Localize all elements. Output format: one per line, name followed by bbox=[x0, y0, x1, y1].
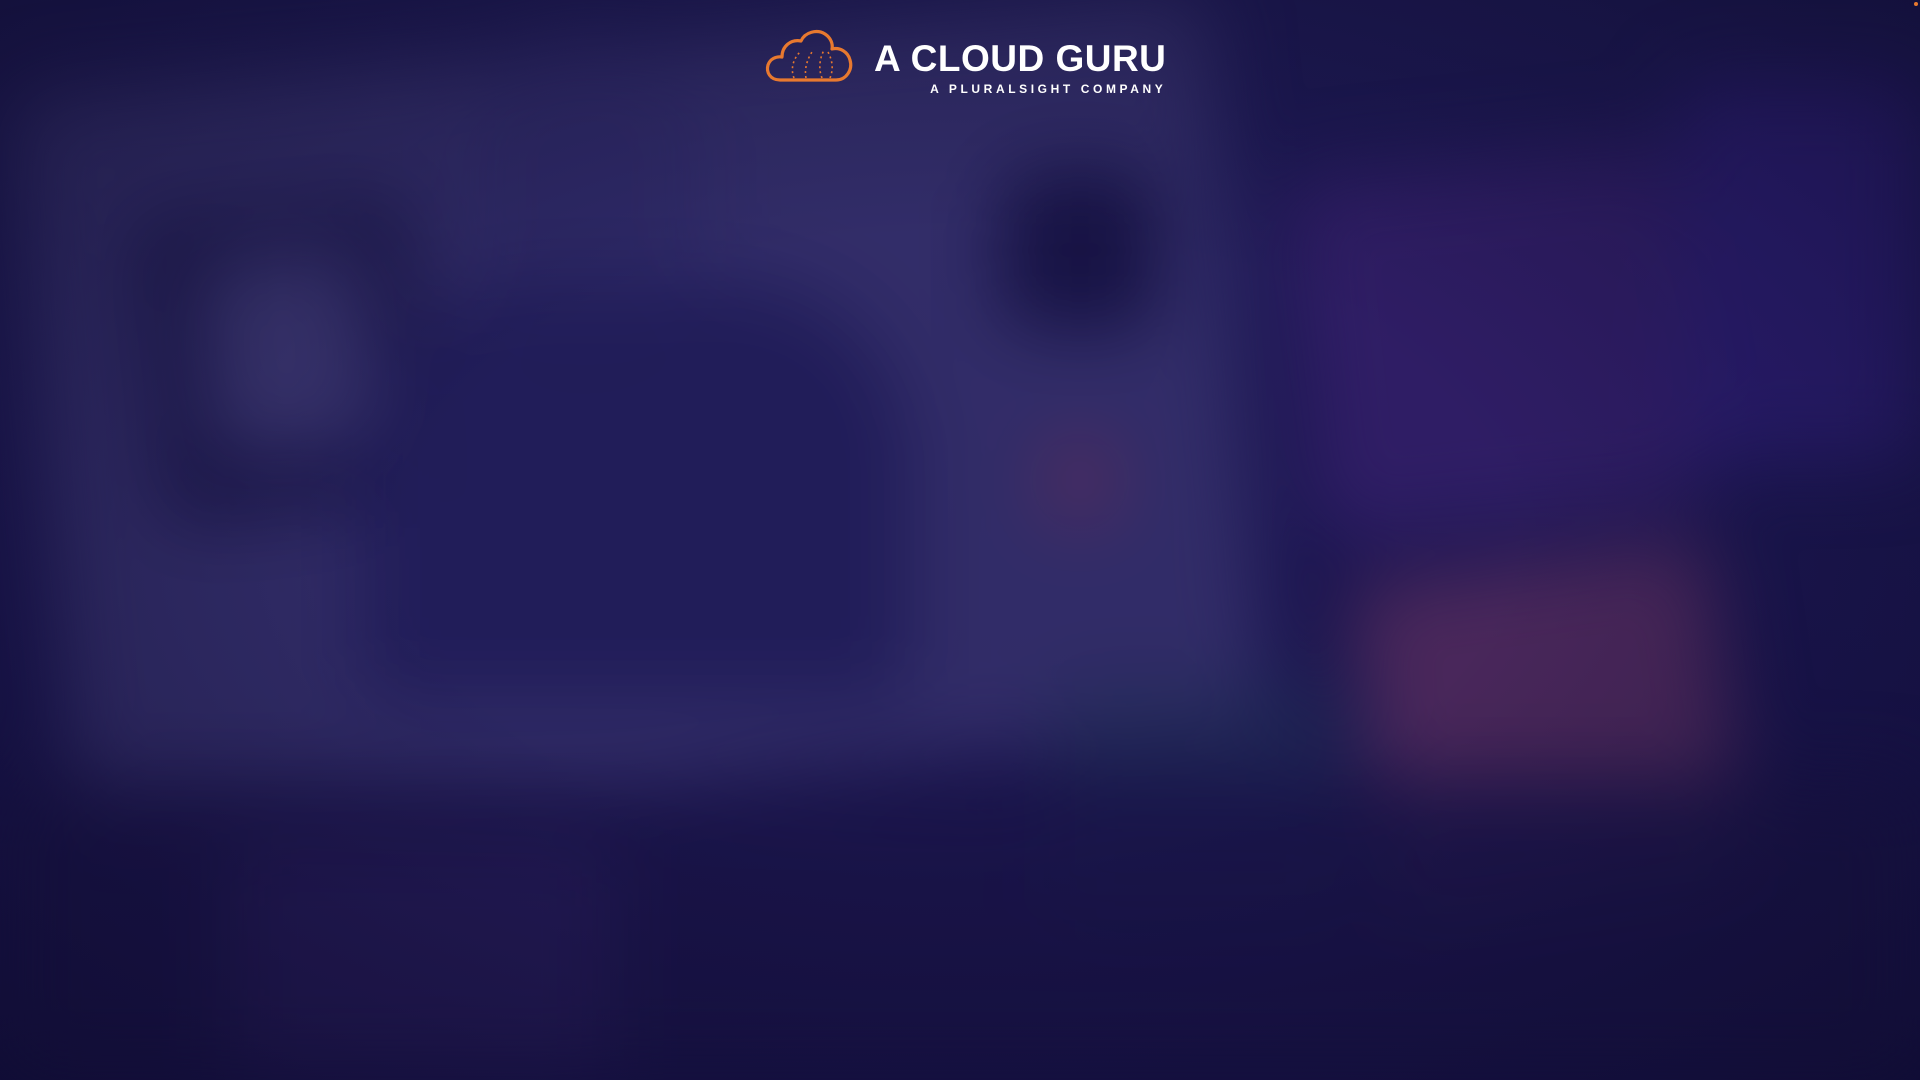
brand-wordmark: A CLOUD GURU A PLURALSIGHT COMPANY bbox=[874, 28, 1166, 96]
brand-title: A CLOUD GURU bbox=[874, 38, 1167, 79]
background-shape bbox=[360, 280, 910, 700]
video-frame: A CLOUD GURU A PLURALSIGHT COMPANY bbox=[0, 0, 1920, 1080]
background-shape bbox=[1000, 170, 1160, 330]
background-shape bbox=[1282, 140, 1708, 540]
background-shape bbox=[190, 241, 380, 459]
brand-logo: A CLOUD GURU A PLURALSIGHT COMPANY bbox=[764, 28, 1166, 100]
brand-subtitle: A PLURALSIGHT COMPANY bbox=[930, 82, 1167, 96]
background-shape bbox=[1680, 80, 1920, 460]
blurred-background bbox=[0, 0, 1920, 1080]
corner-indicator bbox=[1914, 2, 1918, 6]
background-shape bbox=[1050, 440, 1110, 520]
background-shape bbox=[230, 840, 610, 1080]
cloud-icon bbox=[765, 30, 853, 82]
